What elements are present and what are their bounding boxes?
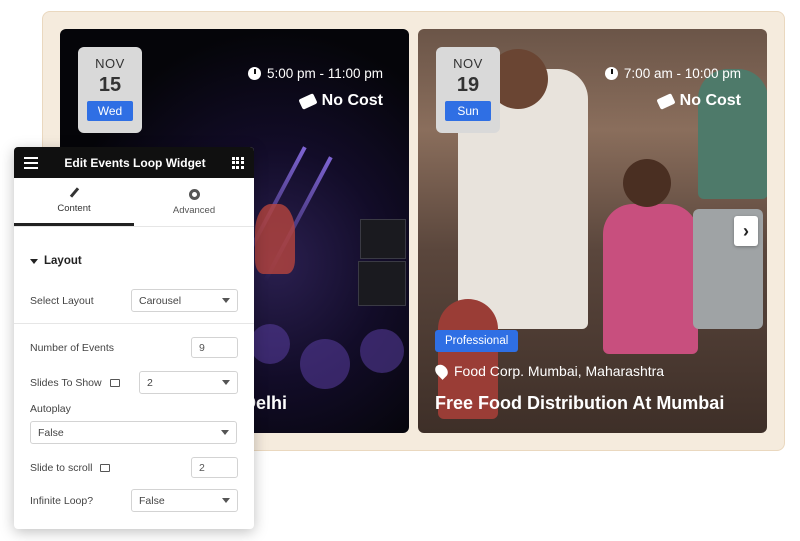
events-carousel-demo: NOV 15 Wed 5:00 pm - 11:00 pm No Cost De… (0, 0, 800, 541)
date-month: NOV (453, 56, 483, 71)
date-badge: NOV 15 Wed (78, 47, 142, 133)
date-badge: NOV 19 Sun (436, 47, 500, 133)
field-label: Slide to scroll (30, 461, 93, 474)
date-day: 19 (456, 74, 480, 96)
field-number-of-events: Number of Events 9 (30, 337, 238, 358)
select-value: False (139, 494, 165, 507)
event-location-text: Food Corp. Mumbai, Maharashtra (454, 363, 665, 379)
ticket-icon (656, 92, 676, 110)
section-toggle-layout[interactable]: Layout (30, 255, 238, 267)
event-cost-text: No Cost (321, 92, 383, 109)
event-cost: No Cost (656, 92, 741, 110)
date-month: NOV (95, 56, 125, 71)
amplifier-graphic (358, 261, 406, 306)
hamburger-menu-icon[interactable] (24, 156, 38, 169)
pencil-icon (69, 187, 79, 198)
desktop-icon[interactable] (100, 463, 111, 472)
apps-grid-icon[interactable] (231, 156, 244, 169)
caret-down-icon (30, 258, 38, 264)
event-time: 5:00 pm - 11:00 pm (247, 66, 383, 81)
date-day: 15 (98, 74, 122, 96)
event-time: 7:00 am - 10:00 pm (604, 66, 741, 81)
event-title[interactable]: Free Food Distribution At Mumbai (435, 393, 724, 414)
crowd-graphic (250, 324, 290, 364)
field-autoplay-label: Autoplay (30, 403, 238, 415)
field-label: Slides To Show (30, 376, 102, 389)
divider (14, 323, 254, 324)
field-label-wrap: Slides To Show (30, 377, 120, 389)
chevron-down-icon (221, 430, 229, 435)
desktop-icon[interactable] (109, 378, 120, 387)
event-cost: No Cost (298, 92, 383, 110)
event-time-text: 5:00 pm - 11:00 pm (266, 66, 383, 81)
field-label-wrap: Slide to scroll (30, 461, 111, 474)
infinite-loop-dropdown[interactable]: False (131, 489, 238, 512)
amplifier-graphic (360, 219, 406, 259)
panel-title: Edit Events Loop Widget (64, 155, 206, 170)
select-value: Carousel (139, 294, 182, 307)
widget-editor-panel: Edit Events Loop Widget Content Advanced… (14, 147, 254, 529)
date-weekday: Wed (87, 101, 133, 121)
slides-to-show-dropdown[interactable]: 2 (139, 371, 238, 394)
event-time-text: 7:00 am - 10:00 pm (623, 66, 741, 81)
child-head-graphic (623, 159, 671, 207)
chevron-down-icon (222, 380, 230, 385)
field-select-layout: Select Layout Carousel (30, 289, 238, 312)
crowd-graphic (360, 329, 404, 373)
field-slide-to-scroll: Slide to scroll 2 (30, 457, 238, 478)
tab-content[interactable]: Content (14, 178, 134, 226)
field-label: Infinite Loop? (30, 494, 94, 507)
event-cost-text: No Cost (679, 92, 741, 109)
autoplay-dropdown[interactable]: False (30, 421, 237, 444)
map-pin-icon (432, 362, 451, 380)
chevron-down-icon (222, 498, 230, 503)
panel-tabs: Content Advanced (14, 178, 254, 227)
performer-graphic (255, 204, 295, 274)
section-title: Layout (44, 255, 82, 267)
person-graphic (698, 69, 767, 199)
field-label: Number of Events (30, 341, 115, 354)
panel-header: Edit Events Loop Widget (14, 147, 254, 178)
event-location: Food Corp. Mumbai, Maharashtra (432, 362, 665, 380)
tab-label: Content (57, 203, 91, 214)
field-label: Select Layout (30, 294, 94, 307)
tab-label: Advanced (172, 204, 216, 216)
ticket-icon (298, 92, 318, 110)
layout-section: Layout Select Layout Carousel Number of … (14, 255, 254, 512)
field-slides-to-show: Slides To Show 2 (30, 371, 238, 394)
date-weekday: Sun (445, 101, 491, 121)
tab-advanced[interactable]: Advanced (134, 178, 254, 226)
event-card-2[interactable]: NOV 19 Sun 7:00 am - 10:00 pm No Cost Pr… (418, 29, 767, 433)
field-label: Autoplay (30, 403, 71, 415)
chevron-right-icon[interactable]: › (734, 216, 758, 246)
category-badge[interactable]: Professional (435, 330, 519, 352)
clock-icon (604, 67, 618, 80)
crowd-graphic (300, 339, 350, 389)
number-of-events-input[interactable]: 9 (191, 337, 238, 358)
clock-icon (247, 67, 261, 80)
select-value: 2 (147, 376, 153, 389)
child-graphic (603, 204, 698, 354)
gear-icon (188, 188, 200, 200)
select-layout-dropdown[interactable]: Carousel (131, 289, 238, 312)
select-value: False (38, 426, 64, 439)
slide-to-scroll-input[interactable]: 2 (191, 457, 238, 478)
field-infinite-loop: Infinite Loop? False (30, 489, 238, 512)
chevron-down-icon (222, 298, 230, 303)
